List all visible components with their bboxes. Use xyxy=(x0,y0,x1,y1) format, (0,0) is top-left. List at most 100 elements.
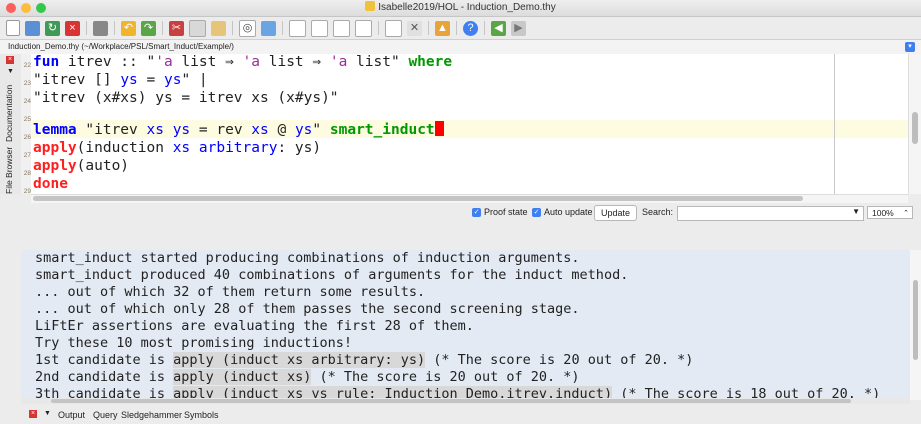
code-token: @ xyxy=(268,122,295,138)
code-line[interactable]: apply(induction xs arbitrary: ys) xyxy=(33,139,321,157)
dock-menu-icon[interactable]: ▼ xyxy=(7,68,14,75)
back-icon[interactable]: ◀ xyxy=(491,20,506,36)
code-token: 'a xyxy=(329,54,348,70)
output-panel[interactable]: smart_induct started producing combinati… xyxy=(21,250,910,400)
search-input[interactable]: ▼ xyxy=(677,206,864,221)
tab-file-browser[interactable]: File Browser xyxy=(4,147,14,194)
tab-query[interactable]: Query xyxy=(93,410,118,420)
unfold-icon[interactable] xyxy=(333,19,350,37)
fold-icon[interactable] xyxy=(311,19,328,37)
code-token: " | xyxy=(181,72,208,88)
code-line[interactable]: fun itrev :: "'a list ⇒ 'a list ⇒ 'a lis… xyxy=(33,53,452,71)
zoom-select[interactable]: 100% ⌃ xyxy=(867,206,913,219)
copy-icon[interactable] xyxy=(189,19,206,37)
auto-update-label: Auto update xyxy=(544,207,593,217)
redo-icon[interactable]: ↷ xyxy=(141,20,156,36)
chevron-down-icon[interactable]: ▼ xyxy=(852,207,860,216)
zoom-value: 100% xyxy=(872,208,894,218)
tab-output[interactable]: Output xyxy=(58,410,85,420)
update-button[interactable]: Update xyxy=(594,205,638,221)
undo-icon[interactable]: ↶ xyxy=(121,20,136,36)
output-text: 1st candidate is xyxy=(35,352,174,368)
toolbar-separator xyxy=(86,21,87,35)
scroll-thumb[interactable] xyxy=(913,280,918,360)
paste-icon[interactable] xyxy=(211,20,226,36)
output-line: LiFtEr assertions are evaluating the fir… xyxy=(35,318,474,335)
editor-horizontal-scrollbar[interactable] xyxy=(31,194,908,203)
tab-sledgehammer[interactable]: Sledgehammer xyxy=(121,410,182,420)
expand-icon[interactable] xyxy=(355,19,372,37)
title-bar: Isabelle2019/HOL - Induction_Demo.thy xyxy=(0,0,921,17)
output-text: ... out of which 32 of them return some … xyxy=(35,284,426,300)
code-token: ys xyxy=(163,72,182,88)
toolbar-separator xyxy=(456,21,457,35)
text-cursor xyxy=(434,121,444,136)
output-vertical-scrollbar[interactable] xyxy=(910,250,921,400)
code-token: : ys) xyxy=(277,140,322,156)
search-label: Search: xyxy=(642,207,674,217)
auto-update-checkbox[interactable]: ✓ xyxy=(532,208,541,217)
scroll-thumb[interactable] xyxy=(51,399,851,403)
code-token: apply xyxy=(33,158,77,174)
forward-icon[interactable]: ▶ xyxy=(511,20,526,36)
scroll-thumb[interactable] xyxy=(912,112,918,144)
left-dock: × ▼ Documentation File Browser xyxy=(0,54,21,194)
code-token: 'a xyxy=(242,54,261,70)
code-token: apply xyxy=(33,140,77,156)
scroll-thumb[interactable] xyxy=(33,196,803,201)
new-file-icon[interactable] xyxy=(6,20,20,36)
editor-vertical-scrollbar[interactable] xyxy=(908,54,921,194)
find-icon[interactable]: ◎ xyxy=(239,19,256,37)
tools-icon[interactable]: ✕ xyxy=(407,20,422,36)
toolbar-separator xyxy=(428,21,429,35)
reload-icon[interactable]: ↻ xyxy=(45,20,60,36)
code-line[interactable]: done xyxy=(33,175,68,193)
output-text: (* The score is 20 out of 20. *) xyxy=(425,352,694,368)
toolbar-separator xyxy=(114,21,115,35)
code-editor[interactable]: fun itrev :: "'a list ⇒ 'a list ⇒ 'a lis… xyxy=(31,54,908,194)
proof-state-label: Proof state xyxy=(484,207,528,217)
toolbar-separator xyxy=(232,21,233,35)
code-token: lemma xyxy=(33,122,77,138)
code-token: ys xyxy=(120,72,138,88)
code-line[interactable]: "itrev (x#xs) ys = itrev xs (x#ys)" xyxy=(33,89,339,107)
output-text: (* The score is 20 out of 20. *) xyxy=(311,369,580,385)
cut-icon[interactable]: ✂ xyxy=(169,20,184,36)
buffer-icon[interactable] xyxy=(385,19,402,37)
toolbar: ↻ × ↶ ↷ ✂ ◎ ✕ ▲ ? ◀ ▶ xyxy=(0,17,921,39)
tactic-suggestion[interactable]: apply (induct xs) xyxy=(173,369,312,385)
proof-state-checkbox[interactable]: ✓ xyxy=(472,208,481,217)
dock-close-icon[interactable]: × xyxy=(6,56,14,64)
buffer-dropdown-icon[interactable]: ▾ xyxy=(905,42,915,52)
find-replace-icon[interactable] xyxy=(261,20,276,36)
window-title: Isabelle2019/HOL - Induction_Demo.thy xyxy=(0,1,921,13)
code-token: list ⇒ xyxy=(172,54,243,70)
close-file-icon[interactable]: × xyxy=(65,20,80,36)
code-token: "itrev xyxy=(76,122,147,138)
open-folder-icon[interactable] xyxy=(25,20,40,36)
dock-menu-icon[interactable]: ▼ xyxy=(44,410,51,417)
home-icon[interactable]: ▲ xyxy=(435,20,450,36)
code-token: list" xyxy=(347,54,409,70)
help-icon[interactable]: ? xyxy=(463,20,478,36)
code-token: ys xyxy=(294,122,313,138)
tab-symbols[interactable]: Symbols xyxy=(184,410,219,420)
code-token: xs xyxy=(146,122,164,138)
code-token: list ⇒ xyxy=(260,54,330,70)
code-token: = rev xyxy=(190,122,252,138)
tab-documentation[interactable]: Documentation xyxy=(4,85,14,142)
line-number: 24 xyxy=(23,98,31,105)
line-number: 27 xyxy=(23,152,31,159)
incremental-search-icon[interactable] xyxy=(289,19,306,37)
code-line[interactable]: lemma "itrev xs ys = rev xs @ ys" smart_… xyxy=(33,121,444,139)
line-number-gutter: 22 23 24 25 26 27 28 29 xyxy=(21,54,31,195)
code-line[interactable]: "itrev [] ys = ys" | xyxy=(33,71,208,89)
code-line[interactable]: apply(auto) xyxy=(33,157,129,175)
print-icon[interactable] xyxy=(93,20,108,36)
tactic-suggestion[interactable]: apply (induct xs arbitrary: ys) xyxy=(173,352,426,368)
dock-close-icon[interactable]: × xyxy=(29,410,37,418)
code-token: where xyxy=(408,54,453,70)
bottom-dock: × ▼ Output Query Sledgehammer Symbols xyxy=(0,404,921,424)
